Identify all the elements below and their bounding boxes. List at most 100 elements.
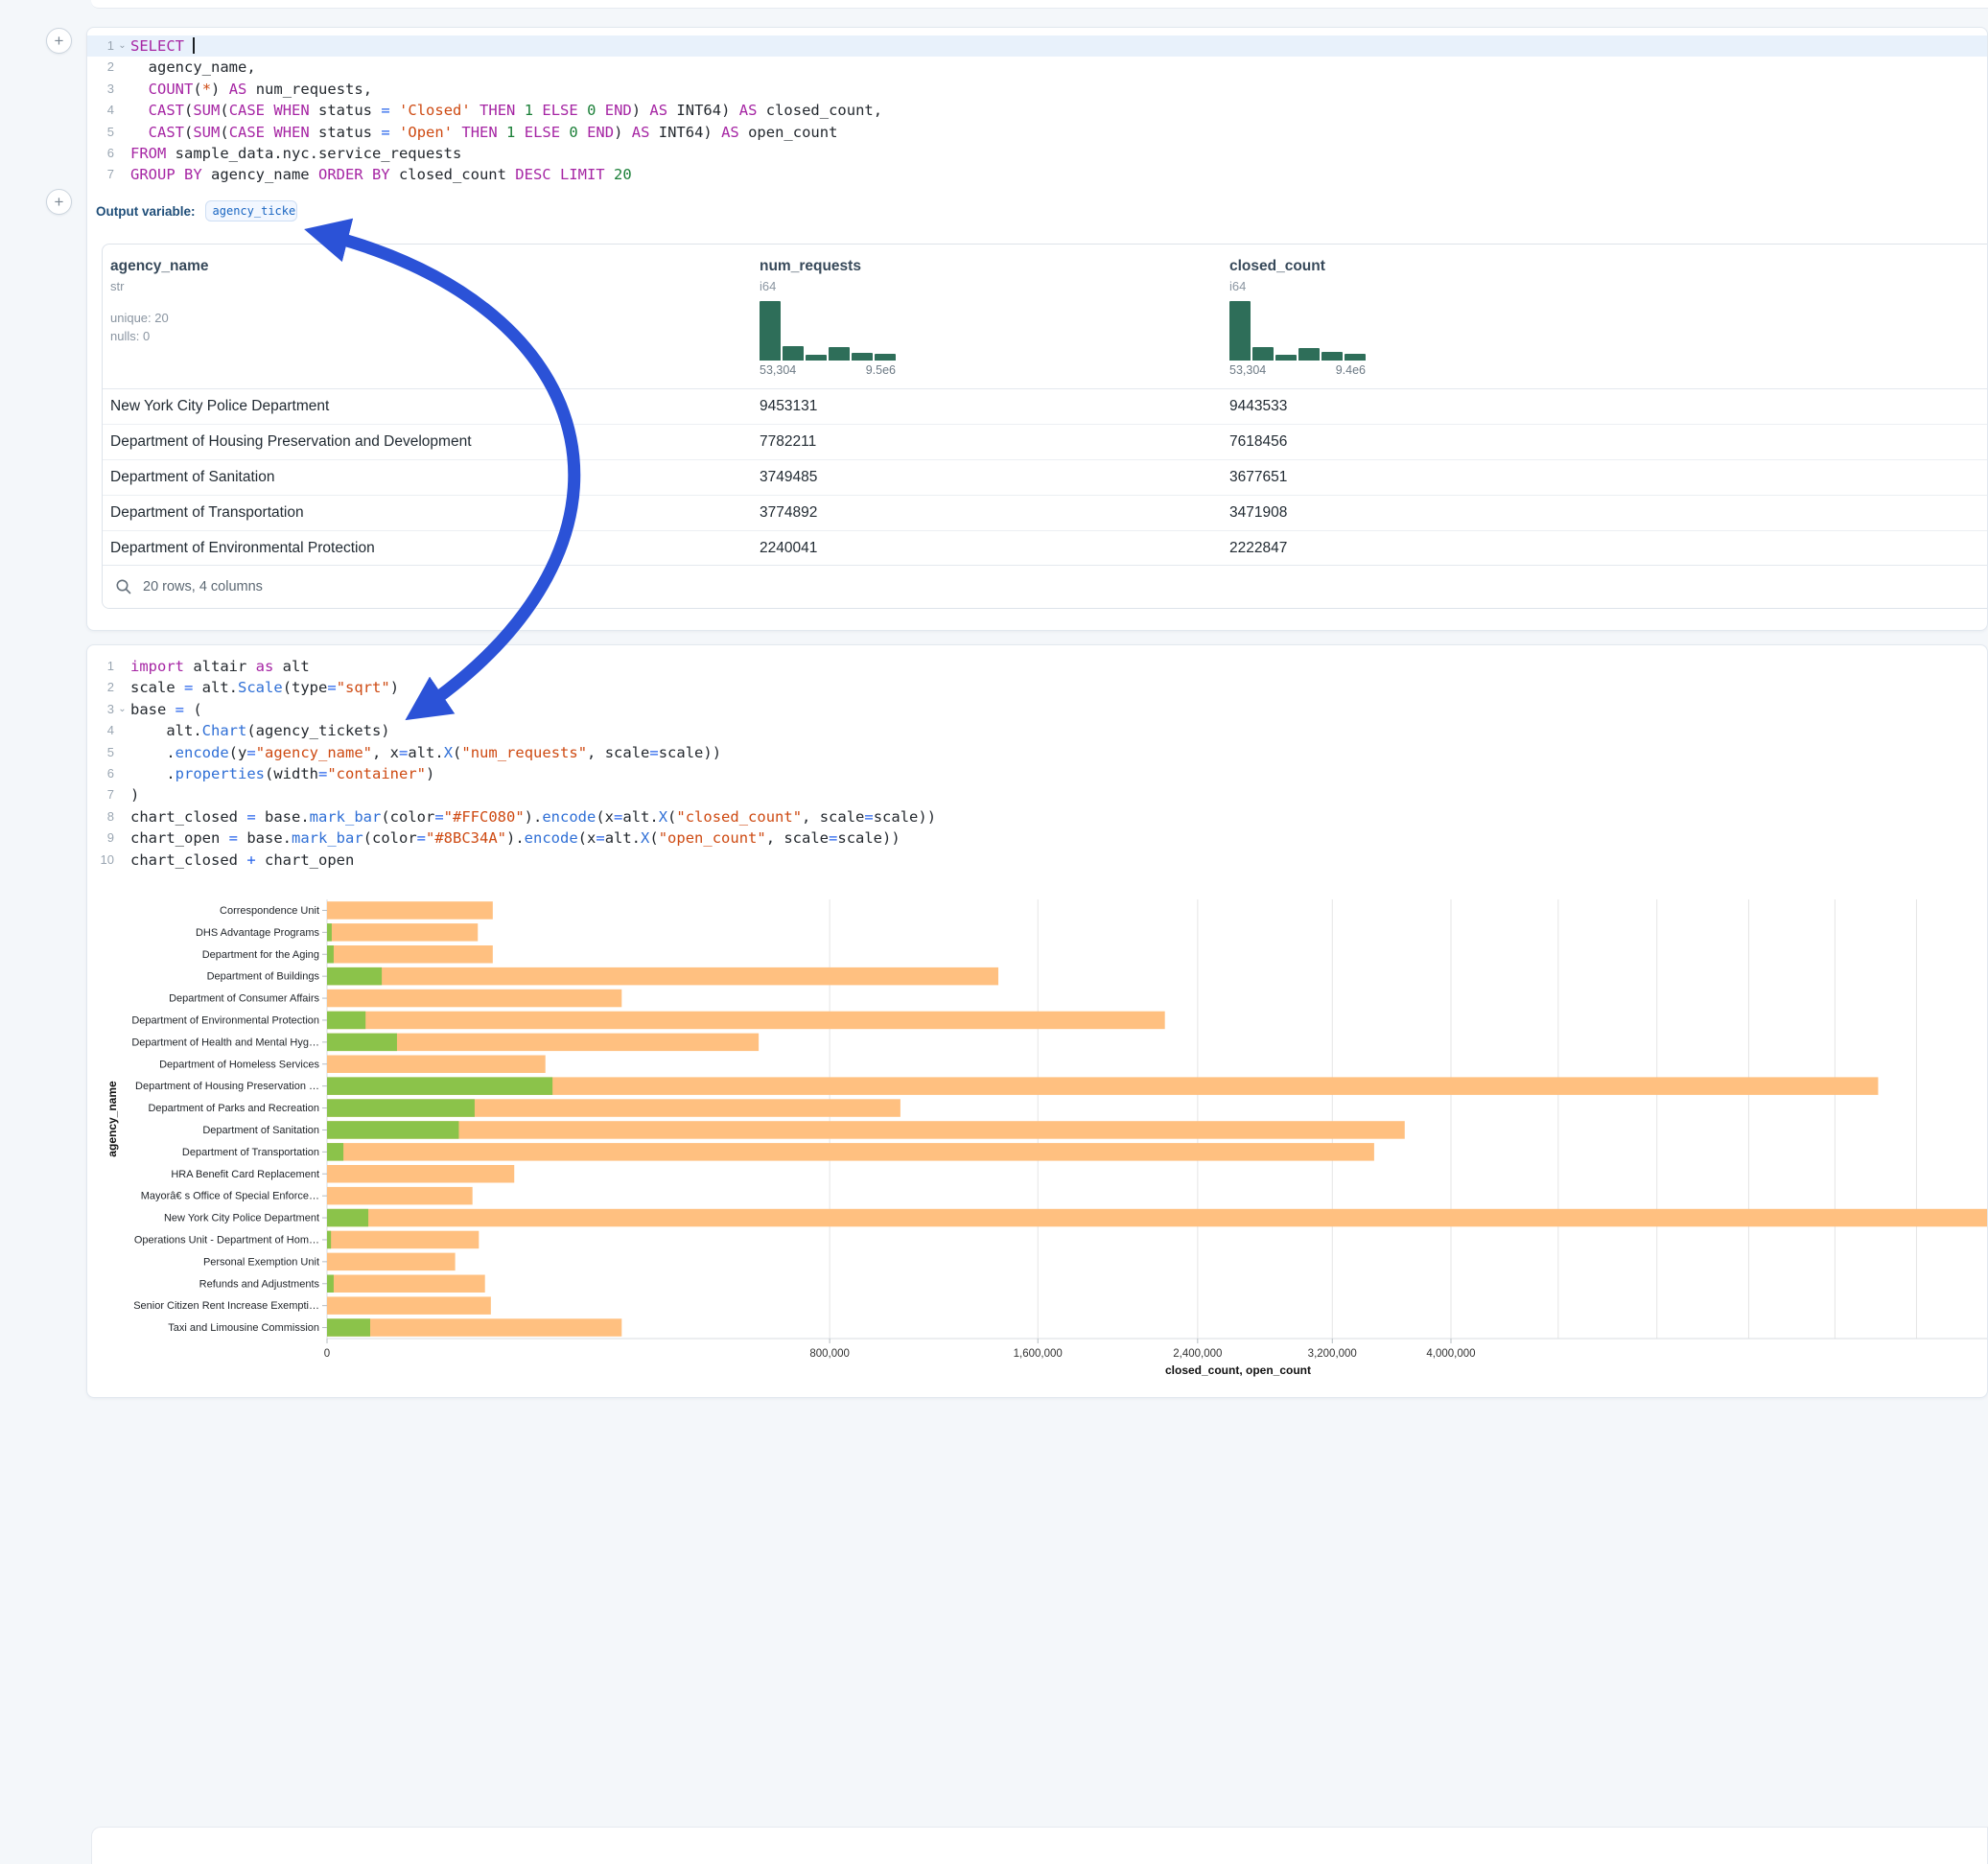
- add-cell-button[interactable]: +: [46, 28, 72, 54]
- bar-closed: [327, 945, 493, 964]
- bar-closed: [327, 923, 478, 942]
- y-axis-label: New York City Police Department: [164, 1213, 319, 1224]
- table-row[interactable]: Department of Environmental Protection22…: [103, 531, 1988, 567]
- table-header: agency_namestrunique: 20nulls: 0num_requ…: [103, 245, 1988, 389]
- table-row[interactable]: Department of Transportation377489234719…: [103, 496, 1988, 531]
- code-line[interactable]: 5 .encode(y="agency_name", x=alt.X("num_…: [87, 742, 1987, 763]
- search-icon[interactable]: [115, 578, 132, 595]
- code-line[interactable]: 10chart_closed + chart_open: [87, 850, 1987, 871]
- line-number: 7: [87, 164, 114, 185]
- bar-closed: [327, 990, 621, 1008]
- x-axis-label: 800,000: [809, 1348, 850, 1360]
- bar-closed: [327, 1077, 1878, 1095]
- fold-caret-icon[interactable]: ⌄: [114, 699, 130, 720]
- column-header-closed_count[interactable]: closed_counti6453,3049.4e6: [1222, 245, 1988, 377]
- column-name: agency_name: [110, 258, 744, 275]
- code-text: CAST(SUM(CASE WHEN status = 'Closed' THE…: [130, 100, 1987, 121]
- table-cell: 7782211: [752, 433, 1222, 451]
- column-stats: unique: 20nulls: 0: [110, 309, 744, 345]
- next-cell-edge: [91, 1827, 1988, 1864]
- code-line[interactable]: 3 COUNT(*) AS num_requests,: [87, 79, 1987, 100]
- bar-open: [327, 945, 334, 964]
- table-row[interactable]: Department of Housing Preservation and D…: [103, 425, 1988, 460]
- table-cell: Department of Sanitation: [103, 469, 752, 486]
- y-axis-label: Department of Consumer Affairs: [169, 993, 319, 1005]
- sql-cell: 1⌄SELECT 2 agency_name,3 COUNT(*) AS num…: [86, 27, 1988, 631]
- code-line[interactable]: 1import altair as alt: [87, 656, 1987, 677]
- bar-chart: Correspondence Unit DHS Advantage Program…: [87, 888, 1988, 1386]
- code-text: base = (: [130, 699, 1987, 720]
- previous-cell-edge: [91, 0, 1988, 9]
- y-axis-label: Department of Homeless Services: [159, 1059, 319, 1070]
- fold-spacer: [114, 100, 130, 121]
- table-cell: Department of Environmental Protection: [103, 540, 752, 557]
- table-footer: 20 rows, 4 columns: [103, 565, 1988, 608]
- fold-spacer: [114, 656, 130, 677]
- python-editor[interactable]: 1import altair as alt2scale = alt.Scale(…: [87, 656, 1987, 871]
- table-cell: 9453131: [752, 398, 1222, 415]
- output-variable-value: agency_tickets: [213, 204, 290, 218]
- table-cell: 3774892: [752, 504, 1222, 522]
- column-name: num_requests: [760, 258, 1214, 275]
- y-axis-label: Personal Exemption Unit: [203, 1256, 319, 1268]
- line-number: 1: [87, 35, 114, 57]
- x-axis-label: 1,600,000: [1014, 1348, 1063, 1360]
- y-axis-label: Correspondence Unit: [220, 905, 319, 917]
- line-number: 6: [87, 763, 114, 784]
- output-variable-chip[interactable]: agency_tickets: [205, 200, 297, 221]
- code-line[interactable]: 2 agency_name,: [87, 57, 1987, 78]
- code-line[interactable]: 2scale = alt.Scale(type="sqrt"): [87, 677, 1987, 698]
- line-number: 3: [87, 699, 114, 720]
- code-text: chart_open = base.mark_bar(color="#8BC34…: [130, 827, 1987, 849]
- column-header-agency_name[interactable]: agency_namestrunique: 20nulls: 0: [103, 245, 752, 345]
- bar-closed: [327, 1121, 1405, 1139]
- code-line[interactable]: 3⌄base = (: [87, 699, 1987, 720]
- code-line[interactable]: 4 alt.Chart(agency_tickets): [87, 720, 1987, 741]
- code-text: ): [130, 784, 1987, 805]
- line-number: 2: [87, 57, 114, 78]
- y-axis-label: Department for the Aging: [202, 949, 319, 961]
- fold-spacer: [114, 143, 130, 164]
- line-number: 5: [87, 122, 114, 143]
- bar-open: [327, 1077, 552, 1095]
- y-axis-label: Department of Environmental Protection: [131, 1014, 319, 1026]
- sql-editor[interactable]: 1⌄SELECT 2 agency_name,3 COUNT(*) AS num…: [87, 35, 1987, 186]
- y-axis-title: agency_name: [105, 1081, 119, 1157]
- y-axis-label: Refunds and Adjustments: [199, 1278, 320, 1290]
- code-line[interactable]: 6FROM sample_data.nyc.service_requests: [87, 143, 1987, 164]
- histogram-range: 53,3049.5e6: [760, 363, 896, 377]
- y-axis-label: Department of Buildings: [207, 971, 320, 983]
- code-line[interactable]: 1⌄SELECT: [87, 35, 1987, 57]
- line-number: 1: [87, 656, 114, 677]
- code-line[interactable]: 7GROUP BY agency_name ORDER BY closed_co…: [87, 164, 1987, 185]
- table-cell: 7618456: [1222, 433, 1988, 451]
- table-row[interactable]: New York City Police Department945313194…: [103, 389, 1988, 425]
- bar-closed: [327, 1253, 456, 1271]
- code-line[interactable]: 5 CAST(SUM(CASE WHEN status = 'Open' THE…: [87, 122, 1987, 143]
- bar-open: [327, 923, 332, 942]
- code-line[interactable]: 7): [87, 784, 1987, 805]
- column-histogram: [760, 301, 896, 361]
- x-axis-label: 2,400,000: [1173, 1348, 1222, 1360]
- code-line[interactable]: 9chart_open = base.mark_bar(color="#8BC3…: [87, 827, 1987, 849]
- bar-closed: [327, 1012, 1165, 1030]
- table-row[interactable]: Department of Sanitation37494853677651: [103, 460, 1988, 496]
- column-header-num_requests[interactable]: num_requestsi6453,3049.5e6: [752, 245, 1222, 377]
- y-axis-label: DHS Advantage Programs: [196, 927, 320, 939]
- fold-caret-icon[interactable]: ⌄: [114, 35, 130, 57]
- code-line[interactable]: 6 .properties(width="container"): [87, 763, 1987, 784]
- table-cell: Department of Housing Preservation and D…: [103, 433, 752, 451]
- code-line[interactable]: 8chart_closed = base.mark_bar(color="#FF…: [87, 806, 1987, 827]
- code-text: SELECT: [130, 35, 1987, 57]
- add-cell-button[interactable]: +: [46, 189, 72, 215]
- fold-spacer: [114, 720, 130, 741]
- code-line[interactable]: 4 CAST(SUM(CASE WHEN status = 'Closed' T…: [87, 100, 1987, 121]
- table-cell: 3749485: [752, 469, 1222, 486]
- bar-closed: [327, 1231, 479, 1249]
- y-axis-label: Mayorâ€ s Office of Special Enforce…: [141, 1191, 319, 1202]
- bar-open: [327, 1034, 397, 1052]
- table-cell: 3471908: [1222, 504, 1988, 522]
- fold-spacer: [114, 850, 130, 871]
- bar-open: [327, 1143, 343, 1161]
- x-axis-label: 0: [324, 1348, 330, 1360]
